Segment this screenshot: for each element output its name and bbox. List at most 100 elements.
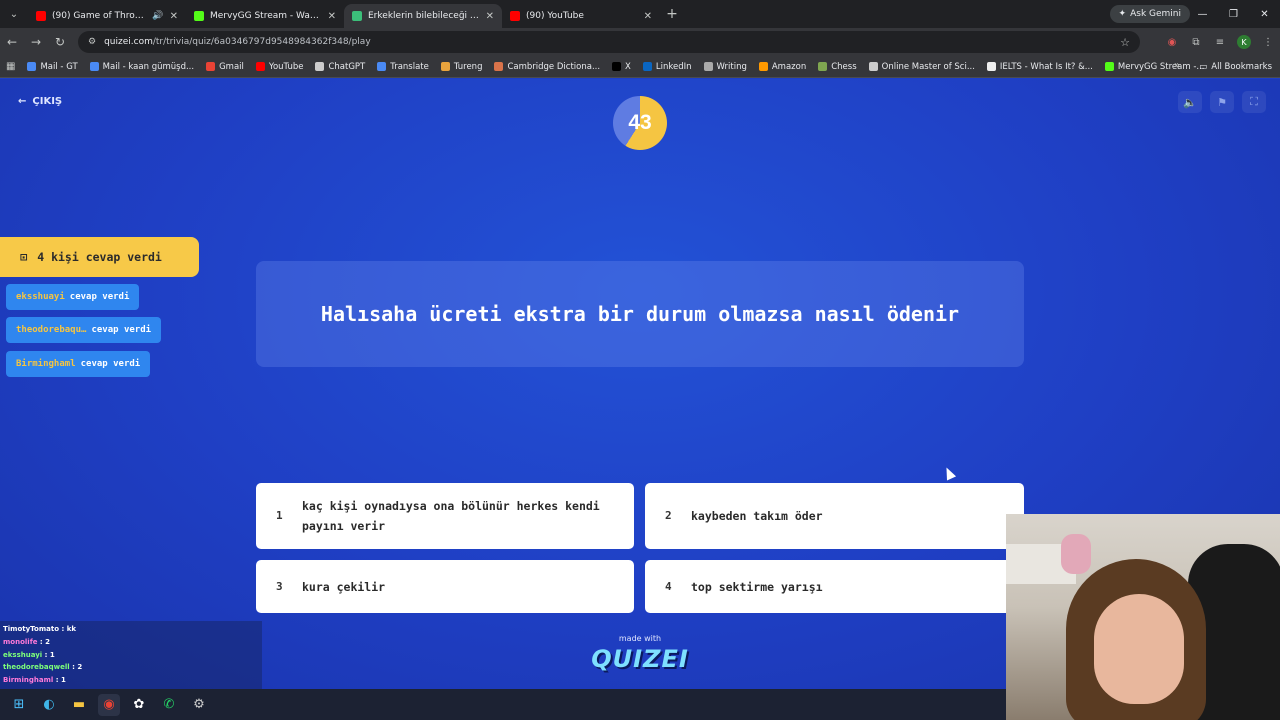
back-arrow-icon[interactable]: ← bbox=[0, 35, 24, 49]
ask-gemini-button[interactable]: ✦ Ask Gemini bbox=[1109, 5, 1190, 23]
option-number: 2 bbox=[665, 509, 672, 522]
close-tab-icon[interactable]: ✕ bbox=[486, 11, 494, 22]
bookmark-item[interactable]: ChatGPT bbox=[309, 62, 371, 72]
bookmark-item[interactable]: YouTube bbox=[250, 62, 310, 72]
new-tab-button[interactable]: + bbox=[660, 6, 684, 22]
profile-avatar[interactable]: K bbox=[1237, 35, 1251, 49]
bookmark-favicon-icon bbox=[758, 62, 768, 71]
all-bookmarks-button[interactable]: ▭ All Bookmarks bbox=[1199, 56, 1272, 78]
fullscreen-icon[interactable]: ⛶ bbox=[1242, 91, 1266, 113]
apps-grid-icon[interactable]: ▦ bbox=[6, 61, 15, 72]
answer-option-3[interactable]: 3 kura çekilir bbox=[256, 560, 634, 613]
media-controls-icon[interactable]: ≡ bbox=[1208, 37, 1232, 48]
bookmark-item[interactable]: MervyGG Stream -... bbox=[1099, 62, 1211, 72]
option-number: 1 bbox=[276, 509, 283, 522]
file-explorer-icon[interactable]: ▬ bbox=[68, 694, 90, 716]
bookmark-item[interactable]: Chess bbox=[812, 62, 862, 72]
all-bookmarks-label: All Bookmarks bbox=[1211, 62, 1272, 72]
bookmark-label: Chess bbox=[831, 61, 857, 72]
bookmark-favicon-icon bbox=[986, 62, 996, 71]
bookmark-label: Writing bbox=[716, 61, 747, 72]
bookmark-item[interactable]: Translate bbox=[371, 62, 435, 72]
bookmark-item[interactable]: Cambridge Dictiona... bbox=[488, 62, 606, 72]
quizei-logo[interactable]: QUIZEI bbox=[590, 645, 690, 673]
speaker-icon[interactable]: 🔊 bbox=[152, 11, 163, 21]
chat-username: monolife bbox=[3, 637, 38, 646]
back-arrow-icon: ← bbox=[18, 96, 27, 107]
browser-tab-2-active[interactable]: Erkeklerin bilebileceği şeyler (U ✕ bbox=[344, 4, 502, 28]
menu-dots-icon[interactable]: ⋮ bbox=[1256, 37, 1280, 48]
bookmark-item[interactable]: Gmail bbox=[200, 62, 250, 72]
browser-tab-3[interactable]: (90) YouTube ✕ bbox=[502, 4, 660, 28]
browser-tab-0[interactable]: (90) Game of Thrones Them 🔊 ✕ bbox=[28, 4, 186, 28]
more-bookmarks-icon[interactable]: » bbox=[1174, 60, 1180, 71]
puzzle-extensions-icon[interactable]: ⧉ bbox=[1184, 37, 1208, 48]
bookmark-item[interactable]: IELTS - What Is It? &... bbox=[981, 62, 1099, 72]
bookmark-label: X bbox=[625, 61, 631, 72]
chrome-icon[interactable]: ◉ bbox=[98, 693, 120, 716]
tab-title: (90) Game of Thrones Them bbox=[52, 11, 146, 21]
option-text: kura çekilir bbox=[302, 579, 386, 594]
chat-message: Birminghaml : 1 bbox=[3, 674, 259, 687]
tab-title: (90) YouTube bbox=[526, 11, 584, 21]
bookmark-item[interactable]: Online Master of Sci... bbox=[863, 62, 981, 72]
bookmark-item[interactable]: Tureng bbox=[435, 62, 489, 72]
bookmark-label: ChatGPT bbox=[328, 61, 366, 72]
bookmark-label: LinkedIn bbox=[655, 61, 692, 72]
answer-option-4[interactable]: 4 top sektirme yarışı bbox=[645, 560, 1024, 613]
close-tab-icon[interactable]: ✕ bbox=[328, 11, 336, 22]
forward-arrow-icon[interactable]: → bbox=[24, 35, 48, 49]
chat-message: monolife : 2 bbox=[3, 636, 259, 649]
url-path: /tr/trivia/quiz/6a0346797d9548984362f348… bbox=[152, 37, 371, 47]
bookmark-label: Cambridge Dictiona... bbox=[507, 61, 601, 72]
chatgpt-app-icon[interactable]: ✿ bbox=[128, 694, 150, 716]
windows-start-icon[interactable]: ⊞ bbox=[8, 694, 30, 716]
close-tab-icon[interactable]: ✕ bbox=[170, 11, 178, 22]
close-tab-icon[interactable]: ✕ bbox=[644, 11, 652, 22]
close-window-icon[interactable]: ✕ bbox=[1249, 0, 1280, 28]
chat-message: eksshuayi : 1 bbox=[3, 649, 259, 662]
extension-icon[interactable]: ◉ bbox=[1160, 37, 1184, 48]
edge-browser-icon[interactable]: ◐ bbox=[38, 694, 60, 716]
bookmark-item[interactable]: Mail - GT bbox=[21, 62, 83, 72]
windows-taskbar: ⊞ ◐ ▬ ◉ ✿ ✆ ⚙ bbox=[0, 689, 1006, 720]
question-text: Halısaha ücreti ekstra bir durum olmazsa… bbox=[320, 301, 960, 326]
sound-icon[interactable]: 🔈 bbox=[1178, 91, 1202, 113]
bookmark-item[interactable]: LinkedIn bbox=[637, 62, 698, 72]
bookmark-label: MervyGG Stream -... bbox=[1117, 61, 1205, 72]
answer-option-2[interactable]: 2 kaybeden takım öder bbox=[645, 483, 1024, 549]
restore-icon[interactable]: ❐ bbox=[1218, 0, 1249, 28]
option-text: kaç kişi oynadıysa ona bölünür herkes ke… bbox=[302, 499, 600, 533]
exit-button[interactable]: ← ÇIKIŞ bbox=[18, 96, 62, 107]
address-bar-row: ← → ↻ ⚙ quizei.com/tr/trivia/quiz/6a0346… bbox=[0, 28, 1280, 56]
player-name: theodorebaqu… bbox=[16, 325, 87, 335]
minimize-icon[interactable]: — bbox=[1187, 0, 1218, 28]
bookmark-star-icon[interactable]: ☆ bbox=[1120, 36, 1130, 49]
chat-username: Birminghaml bbox=[3, 676, 54, 685]
answer-option-1[interactable]: 1 kaç kişi oynadıysa ona bölünür herkes … bbox=[256, 483, 634, 549]
bookmark-item[interactable]: Writing bbox=[698, 62, 753, 72]
browser-tab-1[interactable]: MervyGG Stream - Watch Live ✕ bbox=[186, 4, 344, 28]
url-input[interactable]: ⚙ quizei.com/tr/trivia/quiz/6a0346797d95… bbox=[78, 31, 1140, 53]
question-card: Halısaha ücreti ekstra bir durum olmazsa… bbox=[256, 261, 1024, 367]
answered-suffix: cevap verdi bbox=[80, 359, 141, 369]
bookmark-item[interactable]: X bbox=[606, 62, 637, 72]
timer-value: 43 bbox=[628, 111, 652, 134]
site-info-icon[interactable]: ⚙ bbox=[88, 37, 96, 47]
option-text: kaybeden takım öder bbox=[691, 509, 823, 523]
bookmark-label: Mail - kaan gümüşd... bbox=[102, 61, 195, 72]
bookmark-item[interactable]: Mail - kaan gümüşd... bbox=[84, 62, 200, 72]
whatsapp-icon[interactable]: ✆ bbox=[158, 694, 180, 716]
answered-player-item: eksshuayi cevap verdi bbox=[6, 284, 140, 310]
stream-chat-overlay: TimotyTomato : kk monolife : 2 eksshuayi :… bbox=[0, 621, 262, 689]
option-text: top sektirme yarışı bbox=[691, 579, 823, 594]
tab-search-icon[interactable]: ⌄ bbox=[0, 9, 28, 20]
steam-settings-icon[interactable]: ⚙ bbox=[188, 694, 210, 716]
ask-gemini-label: Ask Gemini bbox=[1130, 9, 1181, 19]
flag-icon[interactable]: ⚑ bbox=[1210, 91, 1234, 113]
bookmark-item[interactable]: Amazon bbox=[753, 62, 812, 72]
chat-text: : 2 bbox=[37, 637, 51, 646]
answered-player-item: Birminghaml cevap verdi bbox=[6, 351, 151, 377]
reload-icon[interactable]: ↻ bbox=[48, 35, 72, 49]
mouse-cursor-icon bbox=[941, 465, 957, 481]
